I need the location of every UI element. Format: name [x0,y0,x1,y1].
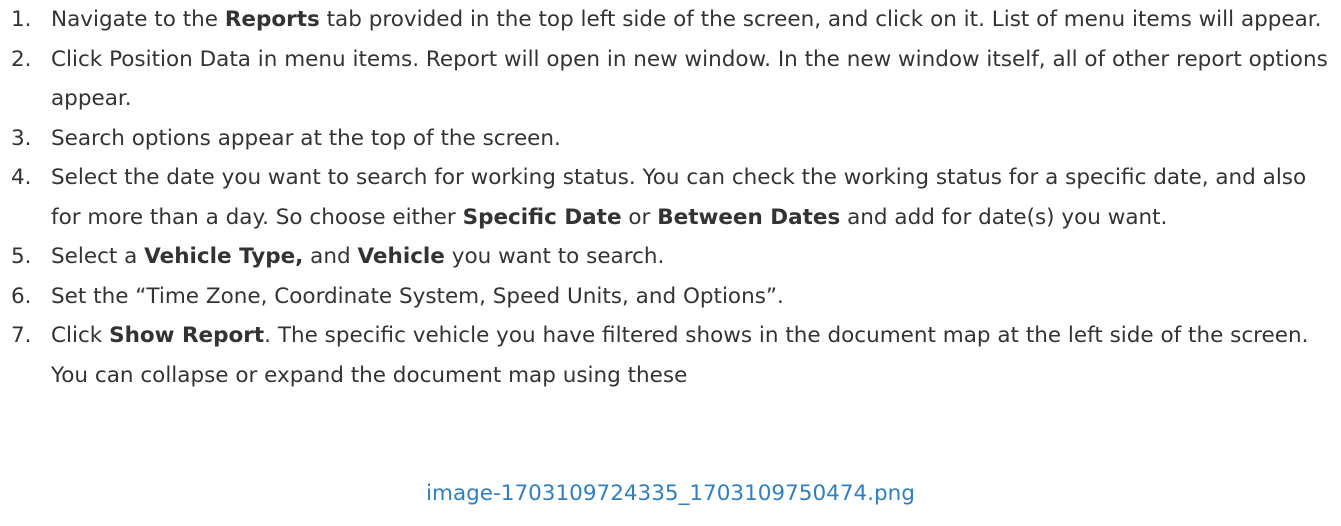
step-number: 1. [11,7,32,32]
step-text-bold: Specific Date [462,204,622,230]
step-number: 4. [11,165,32,190]
image-filename-text[interactable]: image-1703109724335_1703109750474.png [426,481,915,506]
step-text: Select a [51,244,145,269]
step-number: 7. [11,323,32,348]
step-item-3: 3. Search options appear at the top of t… [0,119,1341,159]
step-text: tab provided in the top left side of the… [319,7,1322,32]
step-number: 6. [11,283,32,309]
step-text: Search options appear at the top of the … [51,125,561,151]
step-number: 5. [11,244,32,269]
step-text-bold: Show Report [109,323,265,348]
step-text-bold: Reports [224,7,320,32]
step-text: Set the “Time Zone, Coordinate System, S… [51,283,784,309]
step-text: Navigate to the [51,7,225,32]
step-item-2: 2. Click Position Data in menu items. Re… [0,40,1341,119]
step-item-4: 4. Select the date you want to search fo… [0,158,1341,237]
step-text: and add for date(s) you want. [840,204,1168,230]
step-text: or [621,204,658,230]
step-text: you want to search. [444,244,665,269]
step-text: Click [51,323,110,348]
step-item-7: 7. Click Show Report. The specific vehic… [0,316,1341,395]
step-item-1: 1. Navigate to the Reports tab provided … [0,0,1341,40]
step-item-6: 6. Set the “Time Zone, Coordinate System… [0,277,1341,317]
image-filename-link[interactable]: image-1703109724335_1703109750474.png [0,474,1341,514]
step-number: 2. [11,46,32,72]
step-text-bold: Vehicle Type, [144,244,304,269]
step-text-bold: Vehicle [357,244,445,269]
step-text: and [303,244,358,269]
instruction-steps-list: 1. Navigate to the Reports tab provided … [0,0,1341,395]
step-item-5: 5. Select a Vehicle Type, and Vehicle yo… [0,237,1341,277]
step-text: Click Position Data in menu items. Repor… [51,46,1328,112]
step-text-bold: Between Dates [657,204,841,230]
step-number: 3. [11,125,32,151]
